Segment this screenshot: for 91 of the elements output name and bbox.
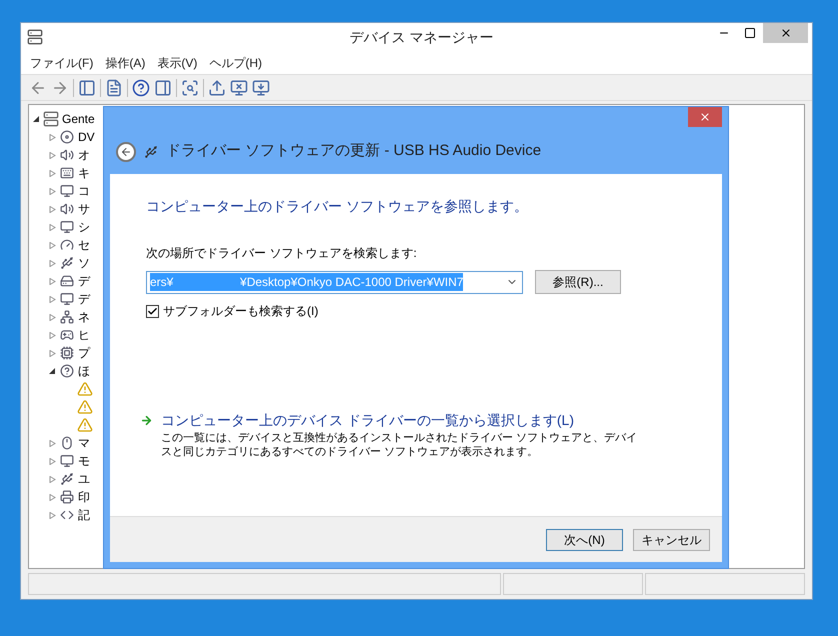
expand-arrow-icon[interactable] — [49, 278, 56, 284]
browse-button[interactable]: 参照(R)... — [535, 270, 621, 294]
expand-arrow-icon[interactable] — [49, 314, 56, 320]
warning-icon[interactable] — [77, 381, 93, 397]
tree-item[interactable]: ソ — [78, 254, 90, 272]
monitor-icon — [59, 291, 75, 307]
arrow-icon — [140, 414, 153, 427]
expand-arrow-icon[interactable] — [49, 440, 56, 446]
tree-item[interactable]: デ — [78, 290, 90, 308]
printer-icon — [59, 489, 75, 505]
expand-arrow-icon[interactable] — [49, 224, 56, 230]
pick-link[interactable]: コンピューター上のデバイス ドライバーの一覧から選択します(L) — [161, 410, 641, 431]
collapse-arrow-icon[interactable] — [49, 368, 56, 374]
usb-device-icon — [144, 144, 158, 158]
tree-item[interactable]: ユ — [78, 470, 90, 488]
expand-arrow-icon[interactable] — [49, 188, 56, 194]
panel-icon[interactable] — [154, 78, 172, 96]
question-icon — [59, 363, 75, 379]
app-icon — [27, 29, 43, 45]
usb-icon — [59, 471, 75, 487]
dialog-button[interactable]: キャンセル — [633, 528, 710, 550]
chip-icon — [59, 345, 75, 361]
tree-item[interactable]: プ — [78, 344, 90, 362]
tree-item[interactable]: 記 — [78, 506, 90, 524]
monitor-x-icon[interactable] — [230, 78, 248, 96]
expand-arrow-icon[interactable] — [49, 296, 56, 302]
collapse-arrow-icon[interactable] — [33, 116, 40, 122]
expand-arrow-icon[interactable] — [49, 494, 56, 500]
tree-item[interactable]: シ — [78, 218, 90, 236]
expand-arrow-icon[interactable] — [49, 458, 56, 464]
dialog-title: ドライバー ソフトウェアの更新 - USB HS Audio Device — [166, 141, 542, 162]
close-button[interactable] — [763, 23, 808, 43]
tree-item[interactable]: モ — [78, 452, 90, 470]
drive-icon — [59, 273, 75, 289]
expand-arrow-icon[interactable] — [49, 260, 56, 266]
tree-item[interactable]: DV — [78, 128, 95, 146]
expand-arrow-icon[interactable] — [49, 134, 56, 140]
expand-arrow-icon[interactable] — [49, 170, 56, 176]
usb-icon — [59, 255, 75, 271]
window-title: デバイス マネージャー — [350, 28, 494, 46]
tree-item[interactable]: ほ — [78, 362, 90, 380]
keyboard-icon — [59, 165, 75, 181]
tree-item[interactable]: ネ — [78, 308, 90, 326]
expand-arrow-icon[interactable] — [49, 350, 56, 356]
speaker-icon — [59, 147, 75, 163]
dialog-heading: コンピューター上のドライバー ソフトウェアを参照します。 — [146, 197, 529, 216]
tree-item[interactable]: ヒ — [78, 326, 90, 344]
speaker-icon — [59, 201, 75, 217]
maximize-icon — [744, 27, 756, 39]
tree-item[interactable]: サ — [78, 200, 90, 218]
menu-item[interactable]: 操作(A) — [101, 54, 150, 72]
tree-item[interactable]: セ — [78, 236, 90, 254]
tree-item[interactable]: キ — [78, 164, 90, 182]
menu-item[interactable]: ファイル(F) — [26, 54, 98, 72]
warning-icon[interactable] — [77, 399, 93, 415]
monitor-icon — [59, 219, 75, 235]
dialog-button[interactable]: 次へ(N) — [546, 528, 623, 550]
computer-icon — [43, 111, 59, 127]
expand-arrow-icon[interactable] — [49, 152, 56, 158]
tree-item[interactable]: 印 — [78, 488, 90, 506]
tree-item[interactable]: デ — [78, 272, 90, 290]
back-icon[interactable] — [116, 142, 136, 162]
expand-arrow-icon[interactable] — [49, 242, 56, 248]
tree-item[interactable]: コ — [78, 182, 90, 200]
monitor-icon — [59, 183, 75, 199]
path-value: ers¥ ¥Desktop¥Onkyo DAC-1000 Driver¥WIN7 — [150, 273, 464, 291]
properties-icon[interactable] — [105, 78, 123, 96]
close-icon — [699, 111, 711, 123]
upload-icon[interactable] — [208, 78, 226, 96]
help-icon[interactable] — [132, 78, 150, 96]
panel-icon[interactable] — [78, 78, 96, 96]
checkbox-label: サブフォルダーも検索する(I) — [163, 303, 318, 320]
menu-item[interactable]: ヘルプ(H) — [205, 54, 266, 72]
tree-item[interactable]: Gente — [62, 110, 95, 128]
expand-arrow-icon[interactable] — [49, 206, 56, 212]
monitor-download-icon[interactable] — [252, 78, 270, 96]
subfolders-checkbox[interactable] — [146, 304, 159, 318]
expand-arrow-icon[interactable] — [49, 476, 56, 482]
warning-icon[interactable] — [77, 417, 93, 433]
disc-drive-icon — [59, 129, 75, 145]
close-icon — [780, 27, 792, 39]
search-label: 次の場所でドライバー ソフトウェアを検索します: — [146, 245, 418, 262]
tree-item[interactable]: マ — [78, 434, 90, 452]
tree-item[interactable]: オ — [78, 146, 90, 164]
monitor-icon — [59, 453, 75, 469]
menu-item[interactable]: 表示(V) — [153, 54, 202, 72]
expand-arrow-icon[interactable] — [49, 512, 56, 518]
pick-description: この一覧には、デバイスと互換性があるインストールされたドライバー ソフトウェアと、デバイスと同じカテゴリにあるすべてのドライバー ソフトウェアが表示されます。 — [161, 431, 638, 459]
expand-arrow-icon[interactable] — [49, 332, 56, 338]
close-button[interactable] — [688, 107, 722, 127]
network-icon — [59, 309, 75, 325]
